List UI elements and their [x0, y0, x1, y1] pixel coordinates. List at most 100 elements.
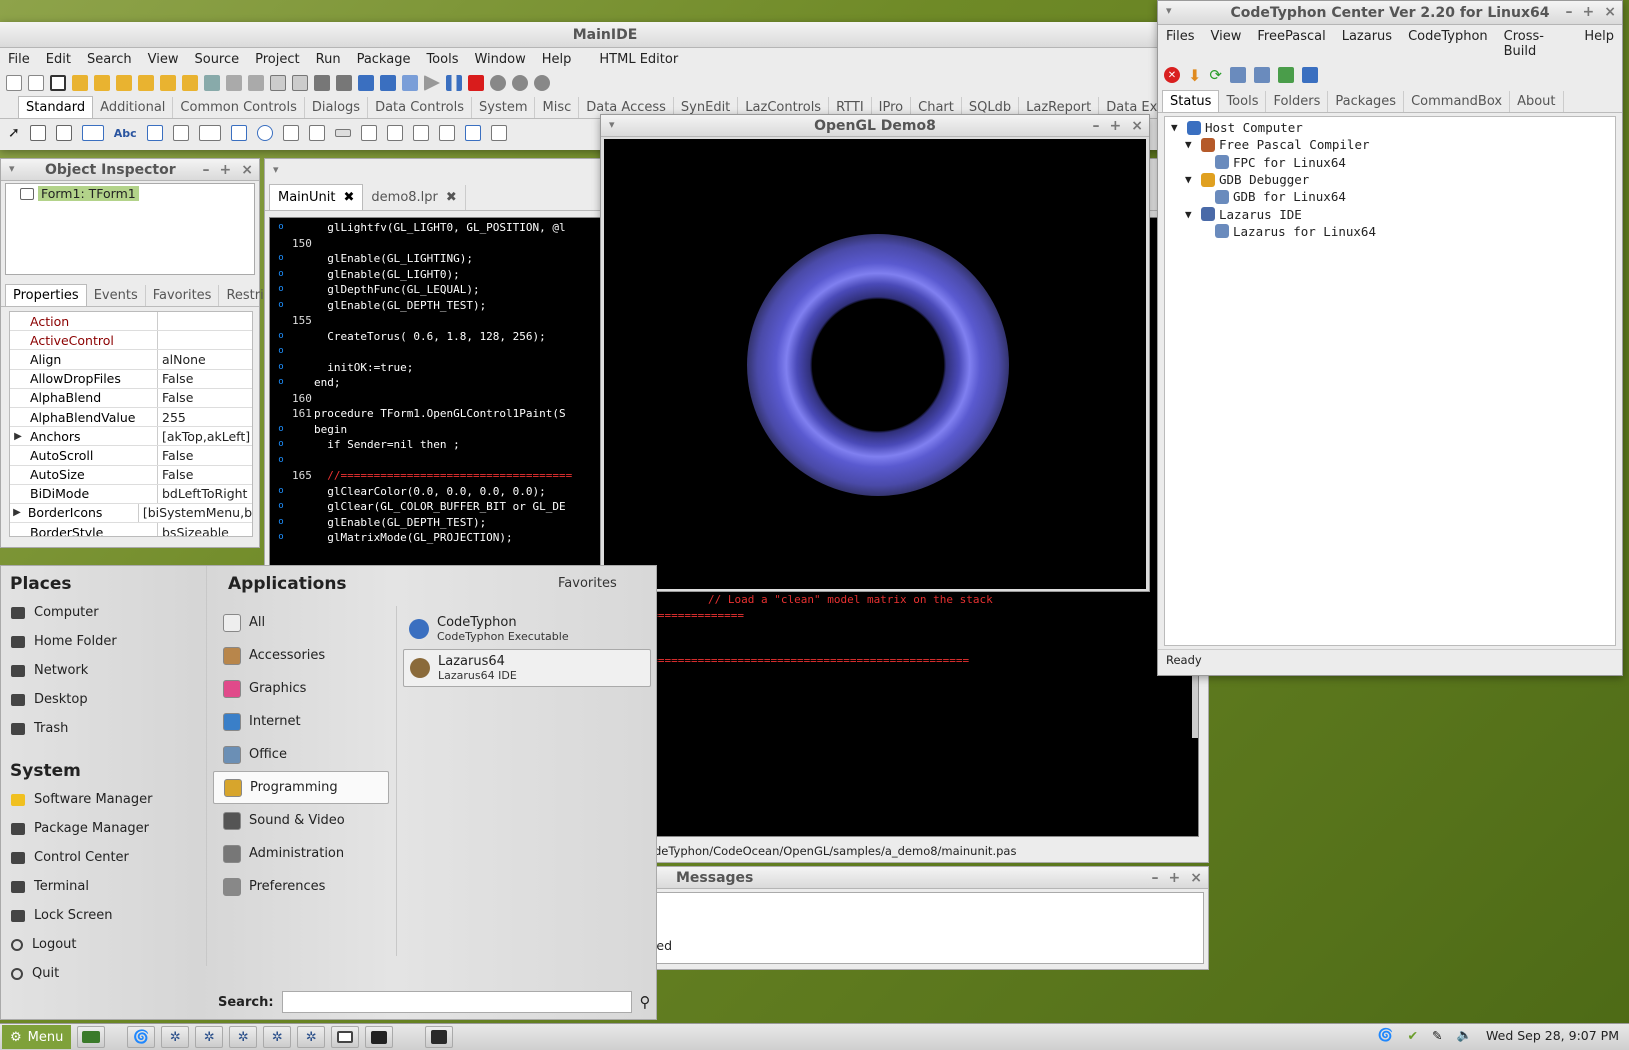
menu-edit[interactable]: Edit [46, 52, 71, 67]
ttogglebox-icon[interactable] [198, 125, 221, 141]
category-office[interactable]: Office [213, 738, 389, 771]
copy-files-icon[interactable] [1253, 67, 1270, 83]
minimize-icon[interactable]: – [1566, 4, 1573, 20]
tframe-icon[interactable] [464, 125, 481, 141]
run-options-icon[interactable] [314, 75, 330, 91]
menu-item-package-manager[interactable]: Package Manager [1, 814, 206, 843]
center-tab-tools[interactable]: Tools [1219, 91, 1267, 112]
tscrollbar-icon[interactable] [334, 129, 351, 137]
palette-tab-misc[interactable]: Misc [535, 97, 580, 118]
pause-icon[interactable] [446, 75, 462, 91]
palette-tab-common-controls[interactable]: Common Controls [173, 97, 305, 118]
breakpoint-gutter-icon[interactable]: o [270, 220, 292, 236]
clock[interactable]: Wed Sep 28, 9:07 PM [1486, 1028, 1619, 1043]
tradiobutton-icon[interactable] [256, 125, 273, 141]
search-icon[interactable]: ⚲ [640, 993, 651, 1011]
property-row[interactable]: AutoSize False [10, 465, 252, 485]
tmemo-icon[interactable] [172, 125, 189, 141]
property-row[interactable]: ▶ Anchors [akTop,akLeft] [10, 427, 252, 447]
window-menu-icon[interactable]: ▾ [1166, 4, 1172, 17]
center-tab-commandbox[interactable]: CommandBox [1404, 91, 1511, 112]
save-icon[interactable] [138, 75, 154, 91]
tree-node[interactable]: ▼ Lazarus IDE [1171, 205, 1609, 222]
new-file-icon[interactable] [6, 75, 22, 91]
maximize-icon[interactable]: + [220, 162, 232, 178]
category-preferences[interactable]: Preferences [213, 870, 389, 903]
breakpoint-gutter-icon[interactable]: o [270, 453, 292, 469]
breakpoint-gutter-icon[interactable]: o [270, 298, 292, 314]
object-inspector-titlebar[interactable]: ▾ Object Inspector – + × [1, 159, 259, 181]
network-icon[interactable]: ✎ [1432, 1028, 1442, 1043]
property-row[interactable]: ActiveControl [10, 331, 252, 351]
opengl-titlebar[interactable]: ▾ OpenGL Demo8 – + × [601, 115, 1149, 137]
center-tab-status[interactable]: Status [1162, 90, 1220, 112]
center-tab-about[interactable]: About [1510, 91, 1564, 112]
property-row[interactable]: AutoScroll False [10, 446, 252, 466]
palette-tab-additional[interactable]: Additional [93, 97, 174, 118]
center-menu-cross-build[interactable]: Cross-Build [1504, 29, 1569, 59]
favorites-button[interactable]: Favorites [558, 576, 617, 591]
tmainmenu-icon[interactable] [29, 125, 46, 141]
menu-help[interactable]: Help [542, 52, 572, 67]
tree-node[interactable]: Lazarus for Linux64 [1171, 223, 1609, 240]
editor-tab[interactable]: demo8.lpr ✖ [363, 185, 466, 210]
tree-item-form1[interactable]: Form1: TForm1 [20, 186, 240, 201]
menu-project[interactable]: Project [255, 52, 299, 67]
breakpoint-gutter-icon[interactable] [270, 468, 292, 484]
close-tab-icon[interactable]: ✖ [344, 190, 355, 205]
opengl-canvas[interactable] [604, 139, 1146, 589]
tree-expand-icon[interactable]: ▼ [1185, 208, 1197, 221]
menu-view[interactable]: View [148, 52, 179, 67]
breakpoint-gutter-icon[interactable] [270, 406, 292, 422]
close-tab-icon[interactable]: ✖ [446, 190, 457, 205]
menu-search[interactable]: Search [87, 52, 132, 67]
messages-titlebar[interactable]: Messages – + × [631, 867, 1208, 889]
open-project-icon[interactable] [116, 75, 132, 91]
breakpoint-gutter-icon[interactable]: o [270, 344, 292, 360]
property-value[interactable]: [akTop,akLeft] [158, 429, 250, 444]
lazarus-launcher-5[interactable]: ✲ [297, 1026, 326, 1048]
property-value[interactable]: 255 [158, 410, 186, 425]
download-icon[interactable]: ⬇ [1188, 66, 1201, 85]
lazarus-launcher-2[interactable]: ✲ [195, 1026, 224, 1048]
property-value[interactable]: [biSystemMenu,b [139, 505, 252, 520]
center-tab-folders[interactable]: Folders [1266, 91, 1329, 112]
show-desktop-button[interactable] [77, 1026, 106, 1048]
tedit-icon[interactable] [146, 125, 163, 141]
play-icon[interactable] [424, 75, 440, 91]
app-entry[interactable]: Lazarus64 Lazarus64 IDE [403, 649, 651, 687]
tbutton-icon[interactable] [81, 125, 104, 141]
menu-item-control-center[interactable]: Control Center [1, 843, 206, 872]
center-menu-lazarus[interactable]: Lazarus [1342, 29, 1392, 59]
palette-tab-data-controls[interactable]: Data Controls [368, 97, 472, 118]
tcombobox-icon[interactable] [308, 125, 325, 141]
window-list-button[interactable] [331, 1026, 360, 1048]
breakpoint-gutter-icon[interactable] [270, 391, 292, 407]
step-over-icon[interactable] [512, 75, 528, 91]
codetyphon-launcher[interactable]: 🌀 [127, 1026, 156, 1048]
delete-icon[interactable] [1229, 67, 1246, 83]
stop-icon[interactable] [468, 75, 484, 91]
menu-source[interactable]: Source [194, 52, 239, 67]
menu-item-network[interactable]: Network [1, 656, 206, 685]
tcheckgroup-icon[interactable] [412, 125, 429, 141]
category-accessories[interactable]: Accessories [213, 639, 389, 672]
menu-item-quit[interactable]: Quit [1, 959, 206, 988]
breakpoint-gutter-icon[interactable]: o [270, 282, 292, 298]
tradiogroup-icon[interactable] [386, 125, 403, 141]
opengl-task-button[interactable] [425, 1026, 454, 1048]
property-value[interactable]: False [158, 390, 193, 405]
menu-run[interactable]: Run [316, 52, 341, 67]
maximize-icon[interactable]: + [1583, 4, 1595, 20]
close-icon[interactable]: × [241, 162, 253, 178]
tlistbox-icon[interactable] [282, 125, 299, 141]
menu-item-logout[interactable]: Logout [1, 930, 206, 959]
build-all-icon[interactable] [1301, 67, 1318, 83]
category-programming[interactable]: Programming [213, 771, 389, 804]
oi-tab-favorites[interactable]: Favorites [146, 285, 220, 306]
view-units-icon[interactable] [204, 75, 220, 91]
tree-node[interactable]: GDB for Linux64 [1171, 188, 1609, 205]
center-tab-packages[interactable]: Packages [1328, 91, 1405, 112]
tree-node[interactable]: ▼ Host Computer [1171, 119, 1609, 136]
menu-item-software-manager[interactable]: Software Manager [1, 785, 206, 814]
